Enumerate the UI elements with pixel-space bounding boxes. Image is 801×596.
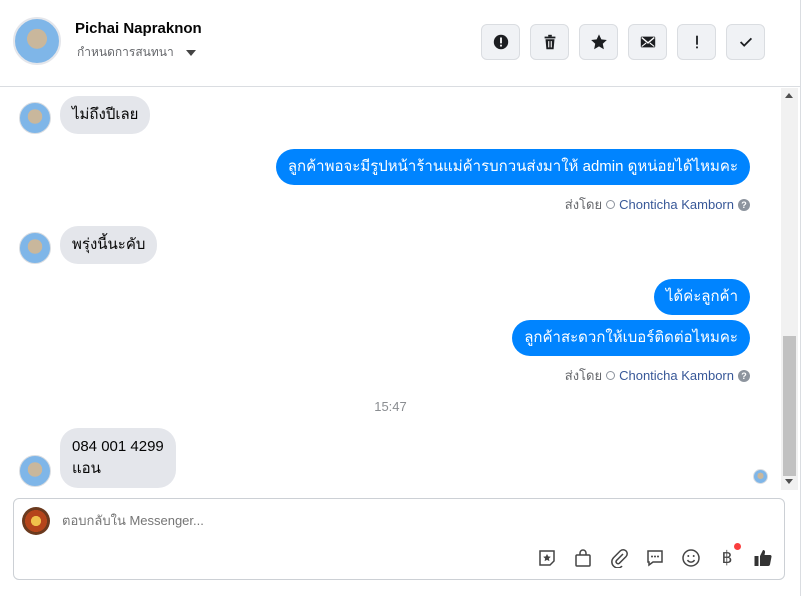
contact-avatar[interactable] bbox=[13, 17, 61, 65]
message-line: 084 001 4299 bbox=[72, 438, 164, 455]
shop-button[interactable] bbox=[572, 547, 594, 569]
alert-circle-icon bbox=[493, 34, 508, 50]
envelope-icon bbox=[640, 36, 655, 48]
emoji-button[interactable] bbox=[680, 547, 702, 569]
attach-button[interactable] bbox=[608, 547, 630, 569]
like-button[interactable] bbox=[752, 547, 774, 569]
conversation-header: Pichai Napraknon กำหนดการสนทนา bbox=[0, 0, 800, 87]
header-toolbar bbox=[481, 24, 765, 60]
checkmark-icon bbox=[739, 37, 752, 47]
reply-composer: ฿ bbox=[13, 498, 785, 580]
contact-name[interactable]: Pichai Napraknon bbox=[75, 20, 202, 37]
exclamation-icon bbox=[695, 35, 698, 49]
smiley-icon bbox=[682, 549, 700, 567]
contact-avatar-small[interactable] bbox=[19, 102, 51, 134]
page-badge-icon bbox=[606, 200, 616, 209]
paperclip-icon bbox=[611, 548, 628, 568]
composer-toolbar: ฿ bbox=[536, 543, 774, 569]
sticker-button[interactable] bbox=[536, 547, 558, 569]
page-badge-icon bbox=[606, 371, 616, 380]
outgoing-message[interactable]: ลูกค้าพอจะมีรูปหน้าร้านแม่ค้ารบกวนส่งมาใ… bbox=[275, 149, 750, 185]
sent-by-name[interactable]: Chonticha Kamborn bbox=[619, 197, 734, 212]
baht-icon: ฿ bbox=[721, 548, 733, 568]
contact-avatar-small[interactable] bbox=[19, 455, 51, 487]
sent-by-prefix: ส่งโดย bbox=[564, 368, 603, 383]
saved-replies-button[interactable] bbox=[644, 547, 666, 569]
contact-avatar-small[interactable] bbox=[19, 232, 51, 264]
important-button[interactable] bbox=[677, 24, 716, 60]
incoming-message[interactable]: ไม่ถึงปีเลย bbox=[60, 96, 151, 134]
outgoing-message[interactable]: ลูกค้าสะดวกให้เบอร์ติดต่อไหมคะ bbox=[512, 320, 750, 356]
trash-icon bbox=[544, 34, 555, 50]
payment-button[interactable]: ฿ bbox=[716, 543, 741, 569]
messenger-window: Pichai Napraknon กำหนดการสนทนา ไม่ถึงปีเ… bbox=[0, 0, 801, 596]
delete-button[interactable] bbox=[530, 24, 569, 60]
mark-done-button[interactable] bbox=[726, 24, 765, 60]
star-button[interactable] bbox=[579, 24, 618, 60]
conversation-settings-dropdown[interactable]: กำหนดการสนทนา bbox=[77, 43, 196, 62]
message-thread: ไม่ถึงปีเลย ลูกค้าพอจะมีรูปหน้าร้านแม่ค้… bbox=[0, 88, 781, 490]
incoming-message[interactable]: 084 001 4299 แอน bbox=[60, 428, 176, 488]
thumbs-up-icon bbox=[754, 550, 772, 567]
sent-by-label: ส่งโดย Chonticha Kamborn ? bbox=[565, 365, 750, 386]
message-timestamp: 15:47 bbox=[374, 399, 407, 414]
sent-by-name[interactable]: Chonticha Kamborn bbox=[619, 368, 734, 383]
mark-unread-button[interactable] bbox=[628, 24, 667, 60]
message-line: แอน bbox=[72, 460, 101, 477]
sent-by-prefix: ส่งโดย bbox=[564, 197, 603, 212]
help-icon[interactable]: ? bbox=[738, 369, 750, 382]
report-button[interactable] bbox=[481, 24, 520, 60]
scroll-thumb[interactable] bbox=[783, 336, 796, 476]
caret-down-icon bbox=[185, 49, 196, 56]
shopping-bag-icon bbox=[575, 549, 591, 567]
notification-dot bbox=[734, 543, 741, 550]
scroll-up-arrow-icon[interactable] bbox=[785, 93, 793, 98]
page-avatar bbox=[22, 507, 50, 535]
reply-input[interactable] bbox=[62, 513, 562, 528]
incoming-message[interactable]: พรุ่งนี้นะคับ bbox=[60, 226, 158, 264]
scroll-down-arrow-icon[interactable] bbox=[785, 479, 793, 484]
sticker-icon bbox=[539, 550, 555, 566]
sent-by-label: ส่งโดย Chonticha Kamborn ? bbox=[565, 194, 750, 215]
thread-scrollbar[interactable] bbox=[781, 88, 798, 490]
star-icon bbox=[590, 34, 607, 50]
seen-indicator-avatar bbox=[753, 469, 768, 484]
help-icon[interactable]: ? bbox=[738, 198, 750, 211]
chat-bubble-icon bbox=[647, 550, 663, 567]
conversation-settings-label: กำหนดการสนทนา bbox=[77, 45, 174, 59]
outgoing-message[interactable]: ได้ค่ะลูกค้า bbox=[653, 279, 750, 315]
